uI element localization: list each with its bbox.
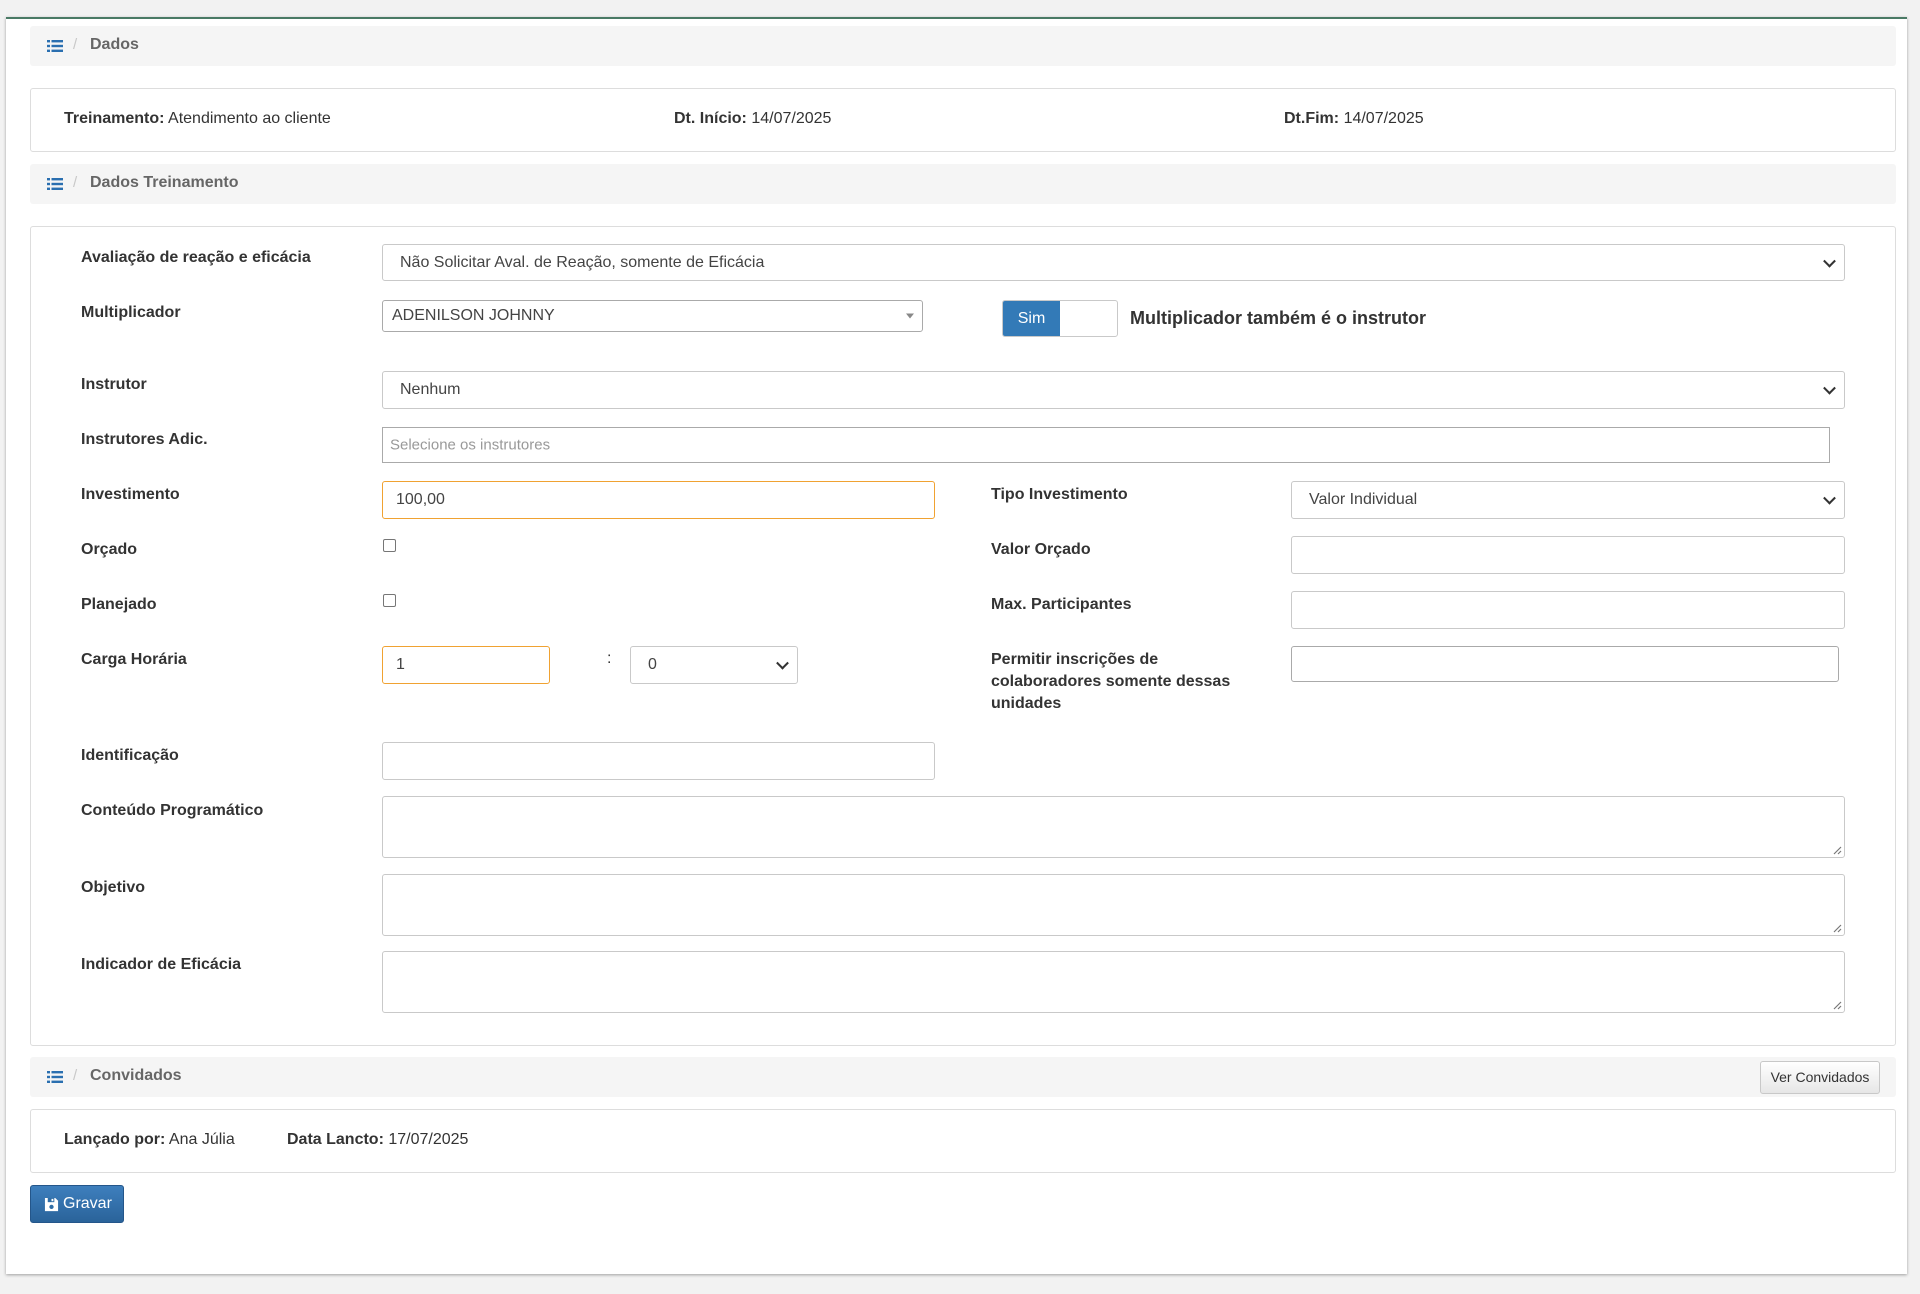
chevron-down-icon <box>1823 491 1836 505</box>
avaliacao-select[interactable]: Não Solicitar Aval. de Reação, somente d… <box>382 244 1845 281</box>
dt-inicio-info: Dt. Início: 14/07/2025 <box>674 110 832 127</box>
instrutor-label: Instrutor <box>81 376 147 393</box>
multiplicador-selected-value: ADENILSON JOHNNY <box>392 307 555 324</box>
ver-convidados-button[interactable]: Ver Convidados <box>1760 1061 1880 1094</box>
conteudo-label: Conteúdo Programático <box>81 802 264 819</box>
save-button[interactable]: Gravar <box>30 1185 124 1223</box>
carga-minutos-selected-value: 0 <box>648 656 657 673</box>
list-icon <box>47 1071 63 1083</box>
permitir-label-line2: colaboradores somente dessas <box>991 673 1231 690</box>
permitir-label-line3: unidades <box>991 695 1062 712</box>
planejado-checkbox[interactable] <box>383 594 396 607</box>
breadcrumb-separator: / <box>73 1067 78 1084</box>
section-title: Convidados <box>90 1067 182 1084</box>
avaliacao-label: Avaliação de reação e eficácia <box>81 249 311 266</box>
identificacao-input[interactable] <box>382 742 935 780</box>
instrutor-selected-value: Nenhum <box>400 381 461 398</box>
breadcrumb-separator: / <box>73 36 78 53</box>
indicador-label: Indicador de Eficácia <box>81 956 242 973</box>
carga-separator: : <box>607 650 612 667</box>
launch-info-panel: Lançado por: Ana Júlia Data Lancto: 17/0… <box>30 1109 1896 1173</box>
breadcrumb-convidados: / Convidados Ver Convidados <box>30 1057 1896 1097</box>
section-title: Dados Treinamento <box>90 174 239 191</box>
objetivo-textarea[interactable] <box>382 874 1845 936</box>
investimento-label: Investimento <box>81 486 180 503</box>
carga-horas-input[interactable]: 1 <box>382 646 550 684</box>
chevron-down-icon <box>1823 381 1836 395</box>
max-participantes-label: Max. Participantes <box>991 596 1132 613</box>
orcado-label: Orçado <box>81 541 138 558</box>
carga-horas-value: 1 <box>396 656 405 673</box>
list-icon <box>47 178 63 190</box>
conteudo-textarea[interactable] <box>382 796 1845 858</box>
section-title: Dados <box>90 36 139 53</box>
resize-handle-icon[interactable] <box>1832 1000 1842 1010</box>
instrutores-adic-placeholder: Selecione os instrutores <box>390 436 551 454</box>
chevron-down-icon <box>776 656 789 670</box>
valor-orcado-input[interactable] <box>1291 536 1845 574</box>
caret-down-icon <box>906 313 914 319</box>
investimento-value: 100,00 <box>396 491 445 508</box>
instrutor-select[interactable]: Nenhum <box>382 371 1845 409</box>
breadcrumb-dados-treinamento: / Dados Treinamento <box>30 164 1896 204</box>
breadcrumb-dados: / Dados <box>30 26 1896 66</box>
list-icon <box>47 40 63 52</box>
treinamento-info: Treinamento: Atendimento ao cliente <box>64 110 331 127</box>
carga-horaria-label: Carga Horária <box>81 651 187 668</box>
data-lancto-info: Data Lancto: 17/07/2025 <box>287 1131 469 1148</box>
permitir-label-line1: Permitir inscrições de <box>991 651 1159 668</box>
breadcrumb-separator: / <box>73 174 78 191</box>
toggle-caption: Multiplicador também é o instrutor <box>1130 308 1427 328</box>
orcado-checkbox[interactable] <box>383 539 396 552</box>
tipo-investimento-select[interactable]: Valor Individual <box>1291 481 1845 519</box>
identificacao-label: Identificação <box>81 747 179 764</box>
valor-orcado-label: Valor Orçado <box>991 541 1091 558</box>
dt-fim-info: Dt.Fim: 14/07/2025 <box>1284 110 1424 127</box>
multiplicador-instrutor-toggle[interactable]: Sim <box>1002 300 1118 337</box>
carga-minutos-select[interactable]: 0 <box>630 646 798 684</box>
instrutores-adic-multiselect[interactable]: Selecione os instrutores <box>382 427 1830 463</box>
investimento-input[interactable]: 100,00 <box>382 481 935 519</box>
objetivo-label: Objetivo <box>81 879 146 896</box>
training-form-panel: Avaliação de reação e eficácia Não Solic… <box>30 226 1896 1046</box>
permitir-unidades-multiselect[interactable] <box>1291 646 1839 682</box>
lancado-info: Lançado por: Ana Júlia <box>64 1131 235 1148</box>
tipo-investimento-selected-value: Valor Individual <box>1309 491 1418 508</box>
floppy-disk-icon <box>44 1197 59 1212</box>
multiplicador-label: Multiplicador <box>81 304 181 321</box>
indicador-textarea[interactable] <box>382 951 1845 1013</box>
resize-handle-icon[interactable] <box>1832 923 1842 933</box>
tipo-investimento-label: Tipo Investimento <box>991 486 1128 503</box>
multiplicador-select[interactable]: ADENILSON JOHNNY <box>382 300 923 332</box>
toggle-on-label: Sim <box>1003 301 1060 336</box>
chevron-down-icon <box>1823 254 1836 268</box>
resize-handle-icon[interactable] <box>1832 845 1842 855</box>
planejado-label: Planejado <box>81 596 157 613</box>
training-summary-panel: Treinamento: Atendimento ao cliente Dt. … <box>30 88 1896 152</box>
instrutores-adic-label: Instrutores Adic. <box>81 431 208 448</box>
page-frame: / Dados Treinamento: Atendimento ao clie… <box>6 17 1907 1274</box>
save-button-label: Gravar <box>63 1195 112 1212</box>
max-participantes-input[interactable] <box>1291 591 1845 629</box>
avaliacao-selected-value: Não Solicitar Aval. de Reação, somente d… <box>400 253 765 271</box>
